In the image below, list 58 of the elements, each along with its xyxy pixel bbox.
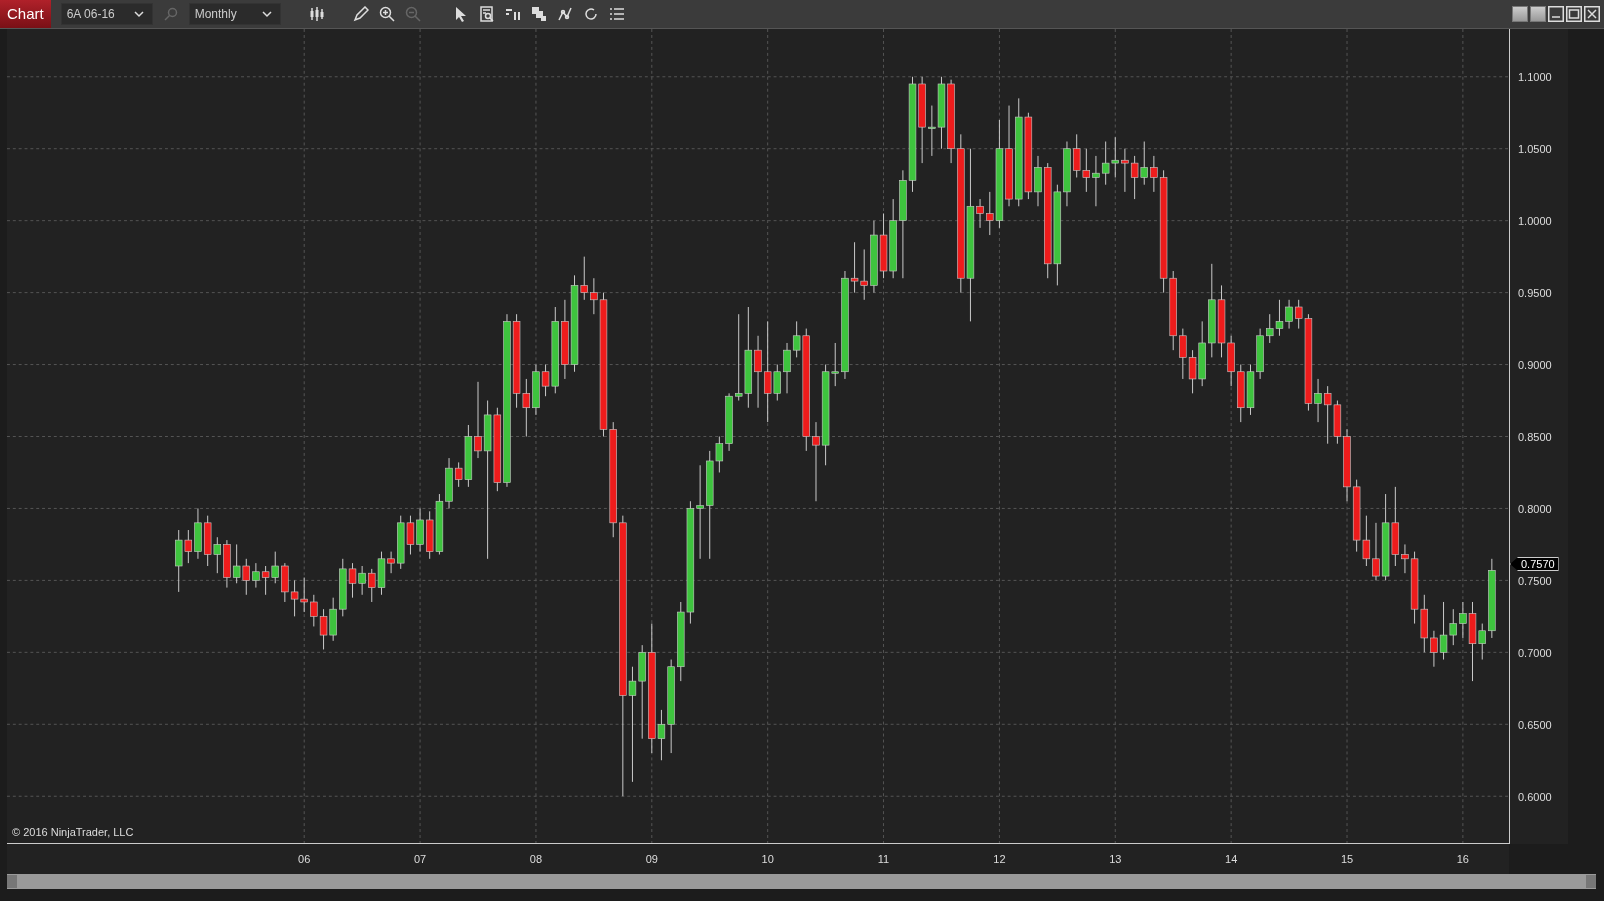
time-label: 08 <box>529 853 543 865</box>
candlestick <box>232 543 241 584</box>
pencil-icon[interactable] <box>352 6 369 22</box>
price-label: 0.9000 <box>1518 358 1552 371</box>
horizontal-scrollbar[interactable] <box>7 874 1596 889</box>
candlestick <box>319 608 328 650</box>
time-label: 15 <box>1340 853 1354 865</box>
candlestick <box>1246 364 1255 416</box>
bars-icon[interactable] <box>504 6 521 22</box>
candlestick <box>290 579 299 617</box>
candlestick <box>435 493 444 555</box>
candlestick-icon[interactable] <box>308 6 325 22</box>
price-label: 0.9500 <box>1518 286 1552 299</box>
price-label: 1.0500 <box>1518 142 1552 155</box>
copyright-text: © 2016 NinjaTrader, LLC <box>12 826 134 838</box>
interval-dropdown[interactable]: Monthly <box>188 3 281 25</box>
stacked-squares-icon[interactable] <box>530 6 547 22</box>
candlestick <box>261 565 270 596</box>
time-label: 12 <box>993 853 1006 865</box>
candlestick <box>1323 385 1332 445</box>
candlestick <box>1082 148 1091 193</box>
line-drawing-icon[interactable] <box>556 6 573 22</box>
window-tile-button[interactable] <box>1512 6 1528 22</box>
time-label: 16 <box>1456 853 1469 865</box>
time-label: 07 <box>413 853 427 865</box>
candlestick <box>1130 155 1139 200</box>
maximize-icon[interactable] <box>1566 6 1582 22</box>
current-price-badge: 0.7570 <box>1510 557 1559 571</box>
data-box-icon[interactable] <box>478 6 495 22</box>
window-tile-button[interactable] <box>1530 6 1546 22</box>
time-label: 14 <box>1225 853 1238 865</box>
price-label: 0.8500 <box>1518 431 1552 443</box>
candlestick <box>425 510 434 560</box>
price-label: 0.8000 <box>1518 503 1552 516</box>
candlestick <box>1275 299 1284 337</box>
price-label: 0.7500 <box>1518 575 1552 588</box>
refresh-icon[interactable] <box>582 6 599 22</box>
candlestick <box>1362 515 1371 567</box>
minimize-icon[interactable] <box>1548 6 1564 22</box>
price-label: 0.6500 <box>1518 719 1552 732</box>
zoom-in-icon[interactable] <box>378 6 395 22</box>
time-label: 10 <box>761 853 774 865</box>
close-icon[interactable] <box>1584 6 1600 22</box>
price-label: 1.0000 <box>1518 214 1552 227</box>
time-label: 06 <box>298 853 311 865</box>
time-label: 11 <box>877 853 890 865</box>
candlestick <box>406 515 415 555</box>
time-label: 09 <box>645 853 658 865</box>
price-label: 0.7000 <box>1518 647 1552 660</box>
candlestick <box>203 515 212 567</box>
price-label: 1.1000 <box>1518 70 1552 83</box>
candlestick <box>1101 141 1110 186</box>
price-label: 0.6000 <box>1518 791 1552 804</box>
list-icon[interactable] <box>608 6 625 22</box>
chart-title: Chart <box>0 0 51 28</box>
time-label: 13 <box>1109 853 1122 865</box>
candlestick <box>879 212 888 279</box>
instrument-dropdown[interactable]: 6A 06-16 <box>60 3 153 25</box>
